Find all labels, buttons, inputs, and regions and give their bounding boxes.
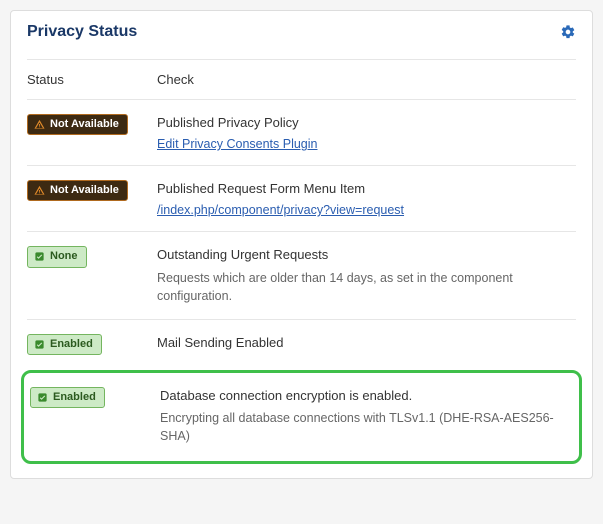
- gear-icon[interactable]: [560, 24, 576, 40]
- panel-header: Privacy Status: [27, 23, 576, 59]
- warning-icon: [34, 185, 45, 196]
- badge-label: Enabled: [53, 391, 96, 404]
- status-table: Status Check Not Available Published Pri…: [27, 59, 576, 464]
- table-header-row: Status Check: [27, 59, 576, 99]
- table-row: None Outstanding Urgent Requests Request…: [27, 231, 576, 318]
- badge-label: Not Available: [50, 118, 119, 131]
- check-title: Published Request Form Menu Item: [157, 180, 576, 198]
- status-badge-not-available: Not Available: [27, 114, 128, 135]
- check-icon: [37, 392, 48, 403]
- badge-label: Enabled: [50, 338, 93, 351]
- privacy-status-panel: Privacy Status Status Check Not Availabl…: [10, 10, 593, 479]
- check-title: Database connection encryption is enable…: [160, 387, 573, 405]
- table-row: Not Available Published Privacy Policy E…: [27, 99, 576, 165]
- status-badge-not-available: Not Available: [27, 180, 128, 201]
- col-header-check: Check: [157, 72, 576, 87]
- check-title: Mail Sending Enabled: [157, 334, 576, 352]
- check-icon: [34, 251, 45, 262]
- check-title: Outstanding Urgent Requests: [157, 246, 576, 264]
- table-row: Enabled Mail Sending Enabled: [27, 319, 576, 370]
- status-badge-enabled: Enabled: [30, 387, 105, 408]
- check-description: Encrypting all database connections with…: [160, 409, 573, 445]
- col-header-status: Status: [27, 72, 157, 87]
- request-form-link[interactable]: /index.php/component/privacy?view=reques…: [157, 203, 404, 217]
- warning-icon: [34, 119, 45, 130]
- panel-title: Privacy Status: [27, 23, 137, 41]
- check-title: Published Privacy Policy: [157, 114, 576, 132]
- status-badge-none: None: [27, 246, 87, 267]
- badge-label: Not Available: [50, 184, 119, 197]
- table-row: Not Available Published Request Form Men…: [27, 165, 576, 231]
- check-icon: [34, 339, 45, 350]
- status-badge-enabled: Enabled: [27, 334, 102, 355]
- badge-label: None: [50, 250, 78, 263]
- highlighted-row: Enabled Database connection encryption i…: [21, 370, 582, 464]
- check-description: Requests which are older than 14 days, a…: [157, 269, 576, 305]
- edit-privacy-consents-link[interactable]: Edit Privacy Consents Plugin: [157, 137, 318, 151]
